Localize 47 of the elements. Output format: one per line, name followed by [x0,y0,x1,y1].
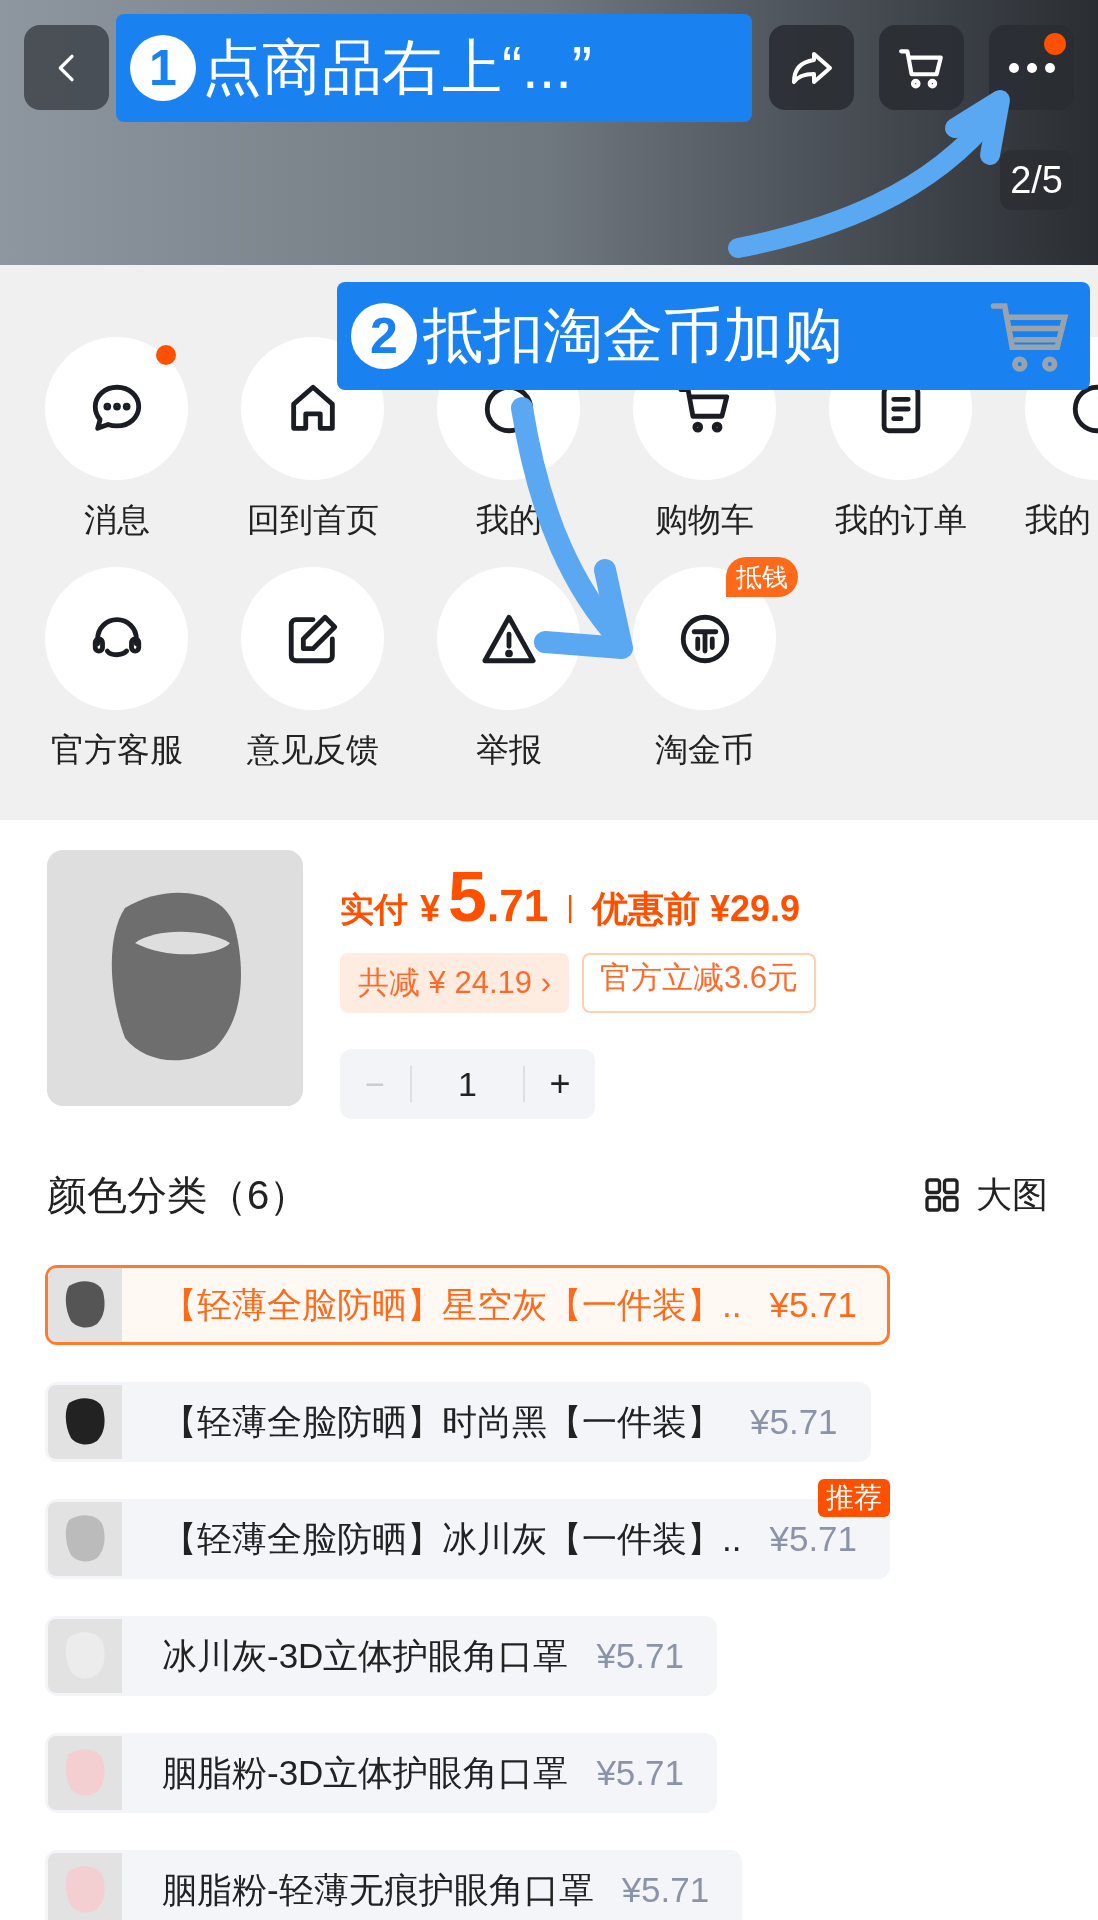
variant-price: ¥5.71 [596,1751,684,1794]
variant-option[interactable]: 胭脂粉-轻薄无痕护眼角口罩 ¥5.71 [45,1850,743,1920]
recommend-badge: 推荐 [818,1479,891,1517]
variant-name: 【轻薄全脸防晒】星空灰【一件装】.. [162,1283,742,1326]
large-view-button[interactable]: 大图 [922,1168,1048,1222]
discount-tag: 官方立减3.6元 [582,953,817,1013]
plus-button[interactable]: + [525,1057,595,1111]
variant-option[interactable]: 【轻薄全脸防晒】时尚黑【一件装】 ¥5.71 [45,1382,871,1462]
cart-button[interactable] [879,25,964,110]
variant-price: ¥5.71 [596,1634,684,1677]
variant-price: ¥5.71 [769,1517,858,1560]
variant-name: 【轻薄全脸防晒】时尚黑【一件装】 [162,1400,722,1443]
step-number: 1 [130,35,196,101]
menu-label: 我的 [475,500,542,540]
variant-option[interactable]: 胭脂粉-3D立体护眼角口罩 ¥5.71 [45,1733,717,1813]
menu-badge: 抵钱 [726,557,798,597]
menu-label: 举报 [475,730,542,770]
menu-label: 官方客服 [50,730,183,770]
menu-label: 购物车 [655,500,754,540]
variant-name: 【轻薄全脸防晒】冰川灰【一件装】.. [162,1517,742,1560]
annotation-text: 抵扣淘金币加购 [423,301,843,371]
more-icon [1006,60,1057,75]
menu-label: 我的 [1025,500,1091,540]
menu-label: 回到首页 [246,500,379,540]
menu-label: 消息 [83,500,150,540]
menu-label: 意见反馈 [246,730,379,770]
variant-price: ¥5.71 [750,1400,838,1443]
separator: | [566,889,574,925]
original-price: 优惠前 ¥29.9 [591,887,801,931]
step-number: 2 [351,303,417,369]
grid-icon [922,1175,962,1215]
more-button[interactable] [989,25,1074,110]
variant-price: ¥5.71 [769,1283,858,1326]
variant-price: ¥5.71 [621,1868,710,1911]
price: ¥5.71 [420,862,549,938]
menu-label: 淘金币 [655,730,754,770]
variant-name: 冰川灰-3D立体护眼角口罩 [162,1634,569,1677]
share-button[interactable] [769,25,854,110]
menu-label: 我的订单 [834,500,967,540]
annotation-text: 点商品右上“...” [202,33,592,103]
variant-name: 胭脂粉-轻薄无痕护眼角口罩 [162,1868,594,1911]
quantity-value: 1 [457,1063,478,1105]
price-label: 实付 [340,889,408,930]
section-title: 颜色分类（6） [47,1172,310,1219]
variant-option[interactable]: 冰川灰-3D立体护眼角口罩 ¥5.71 [45,1616,717,1696]
back-button[interactable] [24,25,109,110]
variant-name: 胭脂粉-3D立体护眼角口罩 [162,1751,569,1794]
